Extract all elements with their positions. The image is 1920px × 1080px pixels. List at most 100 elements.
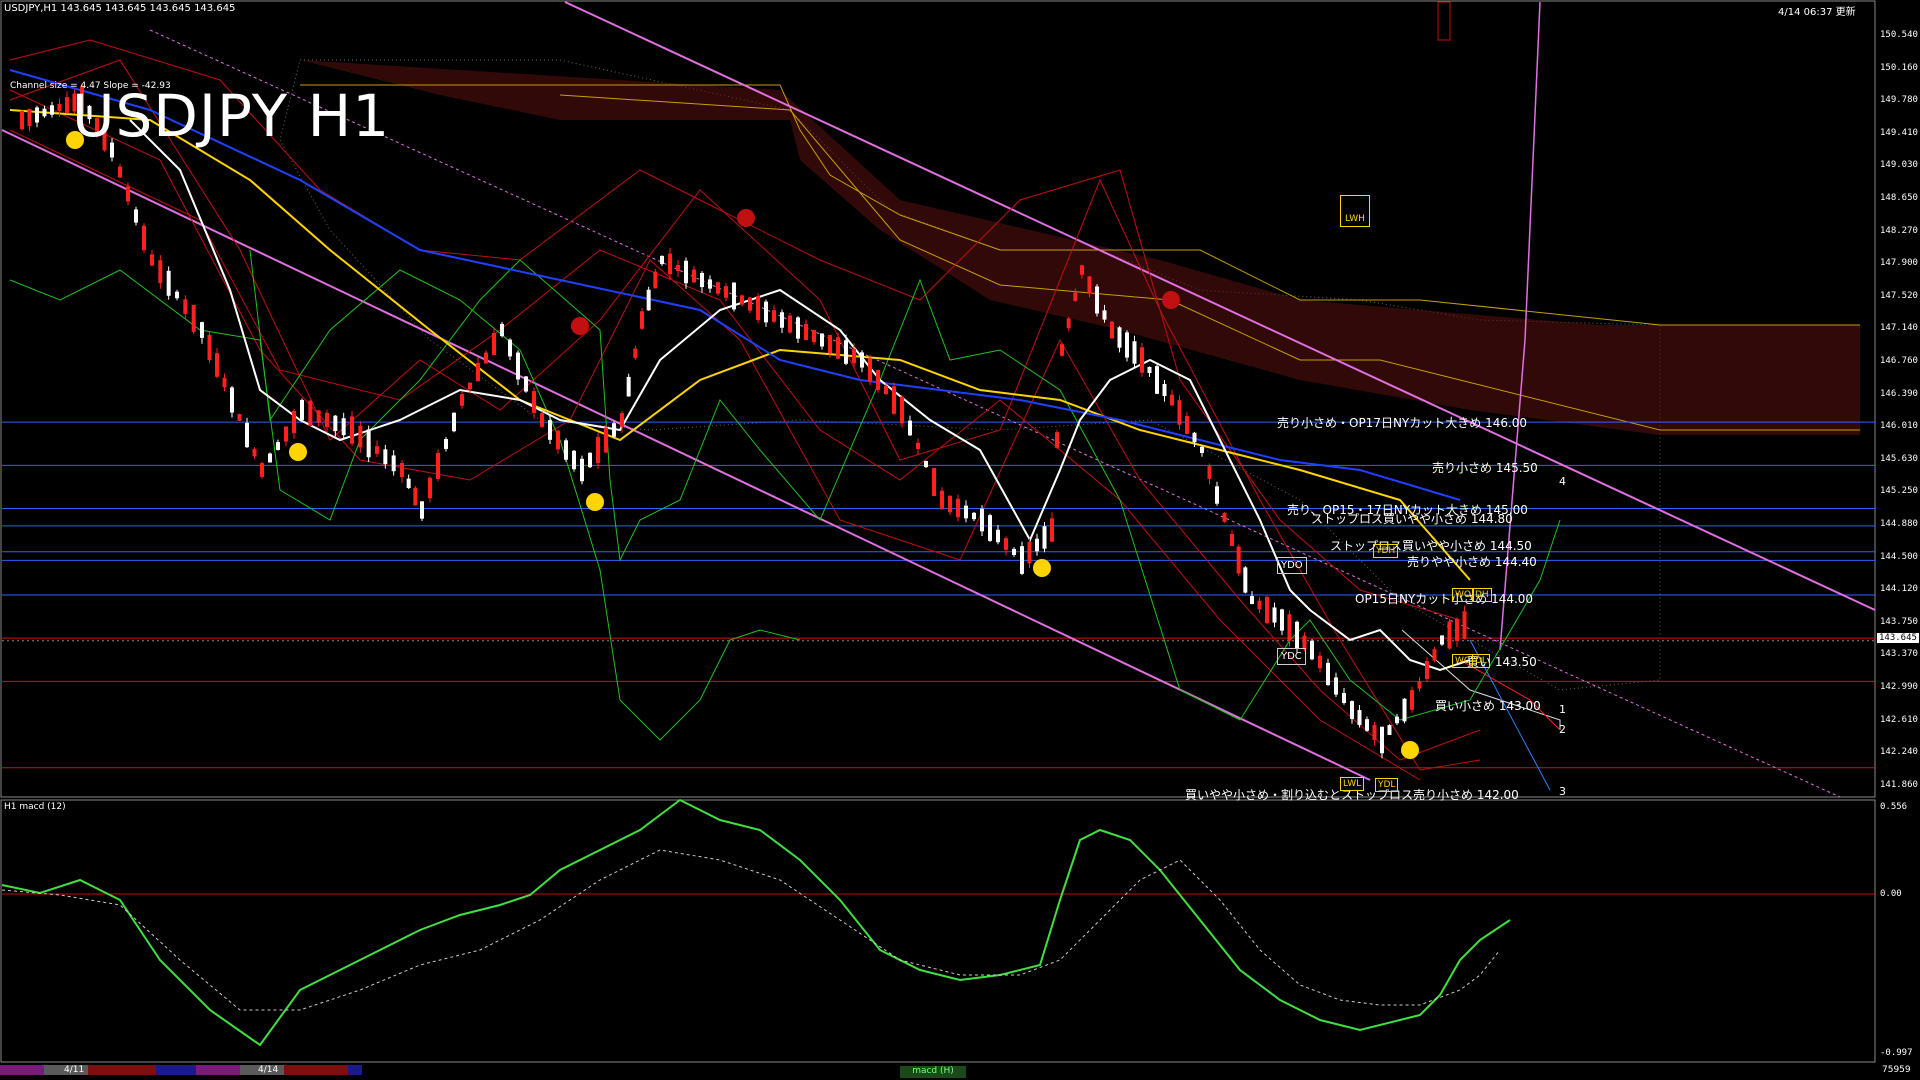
candle-body (118, 166, 122, 178)
candle-body (1035, 538, 1039, 552)
candle-body (646, 289, 651, 311)
candle-body (532, 391, 536, 413)
candle-body (468, 382, 472, 390)
candle-body (166, 270, 171, 296)
candle-body (237, 414, 242, 421)
candle-body (126, 186, 130, 202)
candle-body (1192, 432, 1197, 443)
ma-white (129, 119, 1471, 672)
candle-body (892, 386, 896, 414)
candle-body (1110, 321, 1114, 339)
candle-body (1287, 614, 1292, 641)
candle-body (300, 399, 304, 421)
candle-body (1372, 724, 1377, 741)
candle-body (400, 462, 404, 478)
candle-body (844, 340, 848, 364)
candle-body (660, 255, 664, 265)
candle-body (341, 418, 346, 436)
candle-body (972, 512, 976, 520)
price-tick: 146.760 (1880, 356, 1918, 366)
candle-body (1250, 596, 1254, 604)
price-tick: 144.880 (1880, 519, 1918, 529)
candle-body (1365, 719, 1369, 731)
buy-signal-icon (1401, 741, 1419, 759)
candle-body (860, 352, 864, 368)
candle-body (1455, 619, 1459, 641)
period-segment-8 (348, 1065, 362, 1075)
period-segment-7 (284, 1065, 348, 1075)
candle-body (908, 420, 912, 436)
candle-body (158, 260, 163, 284)
candle-body (1207, 466, 1212, 479)
candle-body (1095, 286, 1099, 314)
price-chart[interactable] (0, 0, 1920, 1080)
candle-body (1080, 265, 1084, 275)
candle-body (1027, 541, 1032, 564)
sell-signal-icon (571, 317, 589, 335)
level-label-143-00: 買い小さめ 143.00 (1435, 699, 1541, 713)
sell-signal-icon (1162, 291, 1180, 309)
candle-body (350, 416, 354, 444)
candle-body (308, 400, 313, 427)
price-tick: 142.990 (1880, 682, 1918, 692)
candle-body (1012, 548, 1016, 556)
candle-body (900, 396, 904, 424)
macd-tick-top: 0.556 (1880, 802, 1908, 812)
candle-body (836, 337, 840, 359)
level-label-144-80: ストップロス買いやや小さめ 144.80 (1311, 512, 1513, 526)
candle-body (1387, 725, 1392, 735)
candle-body (788, 315, 792, 333)
marker-box (1437, 1, 1451, 41)
macd-tab[interactable]: macd (H) (900, 1066, 966, 1078)
candle-body (57, 103, 62, 112)
candle-body (1132, 341, 1137, 364)
candle-body (940, 490, 944, 510)
wo-box: WO (1452, 588, 1474, 602)
candle-body (540, 413, 544, 427)
candle-body (406, 478, 411, 489)
candle-body (868, 358, 872, 382)
candle-body (820, 333, 824, 347)
candle-body (684, 260, 688, 284)
bar-counter: 75959 (1882, 1065, 1911, 1075)
ydl-box: YDL (1375, 778, 1399, 792)
candle-body (1402, 698, 1407, 722)
price-tick: 147.140 (1880, 323, 1918, 334)
candle-body (383, 449, 388, 464)
candle-body (1215, 486, 1219, 504)
candle-body (1326, 662, 1330, 686)
level-label-144-50: ストップロス買いやや小さめ 144.50 (1330, 539, 1532, 553)
chart-window: USDJPY,H1 143.645 143.645 143.645 143.64… (0, 0, 1920, 1080)
candle-body (932, 468, 936, 496)
candle-body (988, 515, 992, 541)
candle-body (1155, 366, 1159, 394)
candle-body (268, 453, 272, 463)
trend-number-1: 1 (1559, 703, 1566, 716)
candle-body (772, 310, 776, 322)
candle-body (852, 348, 856, 364)
price-tick: 145.250 (1880, 486, 1918, 497)
candle-body (1272, 607, 1277, 623)
candle-body (50, 105, 54, 115)
candle-body (42, 108, 47, 117)
candle-body (700, 272, 704, 288)
price-tick: 147.900 (1880, 258, 1918, 269)
candle-body (284, 426, 288, 442)
candle-body (1425, 661, 1429, 679)
candle-body (1087, 276, 1092, 294)
ydc-box: YDC (1277, 648, 1306, 665)
candle-body (1357, 710, 1362, 725)
candle-body (796, 317, 800, 339)
candle-body (596, 436, 600, 464)
candle-body (1162, 383, 1167, 397)
candle-body (653, 271, 658, 289)
level-label-146-00: 売り小さめ・OP17日NYカット大きめ 146.00 (1277, 416, 1528, 430)
candle-body (980, 508, 984, 532)
period-segment-3 (88, 1065, 156, 1075)
candle-body (588, 452, 592, 468)
candle-body (604, 427, 608, 453)
candle-body (183, 299, 188, 314)
candle-body (740, 295, 744, 305)
candle-body (420, 501, 424, 519)
candle-body (1147, 366, 1152, 374)
